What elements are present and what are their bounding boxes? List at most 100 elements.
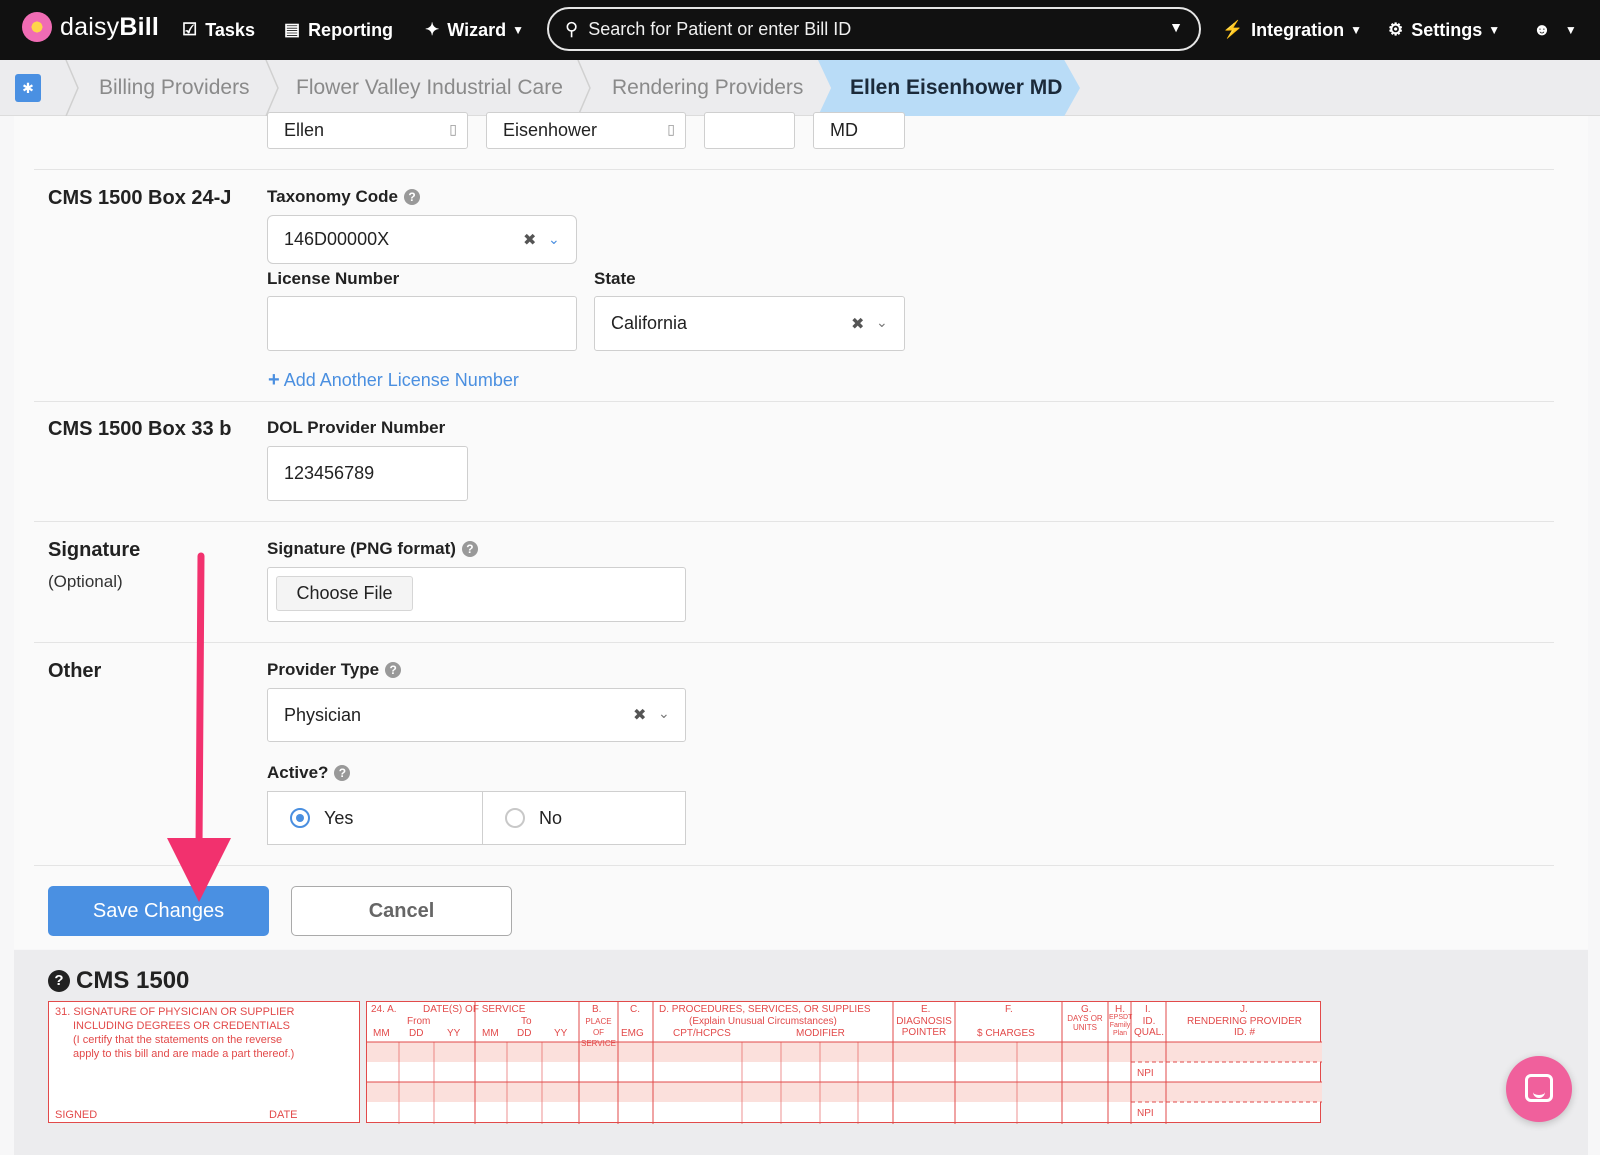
suffix-field[interactable]: MD bbox=[813, 112, 905, 149]
section-divider bbox=[34, 642, 1554, 643]
col-d-subtitle: (Explain Unusual Circumstances) bbox=[689, 1016, 837, 1027]
help-icon[interactable]: ? bbox=[385, 662, 402, 678]
help-icon[interactable]: ? bbox=[403, 189, 420, 205]
search-bar[interactable]: ⚲ ▼ bbox=[547, 7, 1201, 51]
save-changes-button[interactable]: Save Changes bbox=[48, 886, 269, 936]
section-divider bbox=[34, 169, 1554, 170]
box-24j-label: CMS 1500 Box 24-J bbox=[48, 187, 232, 209]
nav-tasks[interactable]: ☑ Tasks bbox=[182, 0, 255, 60]
logo-text-suffix: Bill bbox=[119, 12, 160, 41]
nav-reporting-label: Reporting bbox=[308, 19, 394, 40]
suffix-value: MD bbox=[830, 120, 858, 140]
col-cpt-label: CPT/HCPCS bbox=[673, 1028, 731, 1039]
col-f-label: F. bbox=[1005, 1004, 1013, 1015]
chevron-down-icon: ▼ bbox=[512, 23, 524, 37]
help-icon[interactable]: ? bbox=[334, 765, 351, 781]
col-to-yy: YY bbox=[554, 1028, 568, 1039]
search-input[interactable] bbox=[588, 18, 1149, 40]
state-select[interactable]: California ✖ ⌄ bbox=[594, 296, 905, 351]
col-d-label: D. PROCEDURES, SERVICES, OR SUPPLIES bbox=[659, 1004, 871, 1015]
plus-icon: + bbox=[268, 369, 280, 391]
choose-file-button[interactable]: Choose File bbox=[276, 576, 413, 611]
col-to-dd: DD bbox=[517, 1028, 532, 1039]
clear-icon[interactable]: ✖ bbox=[633, 705, 646, 725]
active-no-label: No bbox=[539, 807, 563, 828]
add-license-label: Add Another License Number bbox=[283, 370, 519, 390]
col-to-mm: MM bbox=[482, 1028, 499, 1039]
col-epsdt-label: EPSDT Family Plan bbox=[1109, 1014, 1133, 1037]
col-modifier-label: MODIFIER bbox=[796, 1028, 845, 1039]
help-icon[interactable]: ? bbox=[48, 970, 70, 992]
state-label: State bbox=[594, 269, 636, 288]
help-icon[interactable]: ? bbox=[461, 541, 478, 557]
active-yes-option[interactable]: Yes bbox=[267, 791, 483, 845]
taxonomy-code-value: 146D00000X bbox=[284, 229, 390, 249]
box-24-grid bbox=[367, 1002, 1322, 1124]
signature-png-label: Signature (PNG format)? bbox=[267, 539, 478, 559]
chevron-down-icon: ▼ bbox=[1564, 23, 1577, 37]
col-days-units: DAYS OR UNITS bbox=[1067, 1014, 1103, 1032]
clipboard-icon: ☑ bbox=[182, 20, 198, 39]
breadcrumb-separator bbox=[265, 60, 279, 116]
bar-chart-icon: ▤ bbox=[284, 20, 301, 39]
chevron-down-icon: ▼ bbox=[1350, 23, 1363, 37]
clear-icon[interactable]: ✖ bbox=[851, 314, 864, 334]
chevron-down-icon: ▼ bbox=[1488, 23, 1501, 37]
magic-wand-icon: ✦ bbox=[425, 20, 440, 39]
active-label: Active?? bbox=[267, 763, 351, 783]
password-manager-icon[interactable]: ▯ bbox=[449, 121, 457, 138]
col-j-label: J. bbox=[1240, 1004, 1248, 1015]
search-icon: ⚲ bbox=[565, 18, 579, 39]
nav-settings-label: Settings bbox=[1411, 19, 1483, 40]
nav-tasks-label: Tasks bbox=[205, 19, 255, 40]
nav-wizard[interactable]: ✦ Wizard ▼ bbox=[425, 0, 524, 60]
provider-type-select[interactable]: Physician ✖ ⌄ bbox=[267, 688, 686, 742]
chevron-down-icon[interactable]: ⌄ bbox=[548, 231, 560, 248]
middle-initial-field[interactable] bbox=[704, 112, 795, 149]
chevron-down-icon[interactable]: ▼ bbox=[1169, 19, 1183, 35]
home-icon[interactable]: ✱ bbox=[15, 74, 41, 102]
breadcrumb-billing-provider-name[interactable]: Flower Valley Industrial Care bbox=[296, 60, 563, 116]
provider-type-label-text: Provider Type bbox=[267, 660, 380, 679]
chevron-down-icon[interactable]: ⌄ bbox=[876, 314, 888, 331]
license-number-field[interactable] bbox=[267, 296, 577, 351]
dol-provider-number-value: 123456789 bbox=[284, 463, 375, 483]
cancel-button[interactable]: Cancel bbox=[291, 886, 512, 936]
breadcrumb-billing-providers[interactable]: Billing Providers bbox=[99, 60, 250, 116]
first-name-field[interactable]: Ellen ▯ bbox=[267, 112, 468, 149]
taxonomy-code-label: Taxonomy Code? bbox=[267, 187, 420, 207]
daisybill-logo[interactable]: daisyBill bbox=[22, 12, 159, 42]
chat-launcher-button[interactable] bbox=[1506, 1056, 1572, 1122]
box-31-line-2: INCLUDING DEGREES OR CREDENTIALS bbox=[73, 1020, 290, 1032]
nav-integration-label: Integration bbox=[1251, 19, 1345, 40]
taxonomy-code-select[interactable]: 146D00000X ✖ ⌄ bbox=[267, 215, 577, 264]
col-from-yy: YY bbox=[447, 1028, 461, 1039]
radio-selected-icon[interactable] bbox=[290, 808, 310, 828]
col-emg-label: EMG bbox=[621, 1028, 644, 1039]
col-b-label: B. bbox=[592, 1004, 602, 1015]
other-label: Other bbox=[48, 660, 102, 682]
dol-provider-number-field[interactable]: 123456789 bbox=[267, 446, 468, 501]
add-license-link[interactable]: + Add Another License Number bbox=[268, 369, 519, 392]
box-31-line-4: apply to this bill and are made a part t… bbox=[73, 1048, 295, 1060]
top-navbar: daisyBill ☑ Tasks ▤ Reporting ✦ Wizard ▼ ⚲ ▼… bbox=[0, 0, 1600, 60]
active-no-option[interactable]: No bbox=[482, 791, 686, 845]
chevron-down-icon[interactable]: ⌄ bbox=[658, 705, 670, 722]
nav-settings[interactable]: ⚙ Settings ▼ bbox=[1388, 0, 1500, 60]
box-31-date: DATE bbox=[269, 1109, 298, 1121]
last-name-field[interactable]: Eisenhower ▯ bbox=[486, 112, 686, 149]
active-label-text: Active? bbox=[267, 763, 329, 782]
col-id-qual: ID. QUAL. bbox=[1133, 1016, 1164, 1038]
col-from-mm: MM bbox=[373, 1028, 390, 1039]
nav-reporting[interactable]: ▤ Reporting bbox=[284, 0, 393, 60]
section-divider bbox=[34, 865, 1554, 866]
state-value: California bbox=[611, 313, 688, 333]
nav-user-menu[interactable]: ☻ ▼ bbox=[1533, 0, 1577, 60]
radio-unselected-icon[interactable] bbox=[505, 808, 525, 828]
nav-integration[interactable]: ⚡ Integration ▼ bbox=[1222, 0, 1362, 60]
password-manager-icon[interactable]: ▯ bbox=[667, 121, 675, 138]
clear-icon[interactable]: ✖ bbox=[523, 230, 536, 250]
breadcrumb-rendering-providers[interactable]: Rendering Providers bbox=[612, 60, 803, 116]
dol-provider-number-label: DOL Provider Number bbox=[267, 418, 446, 437]
col-to-label: To bbox=[521, 1016, 532, 1027]
